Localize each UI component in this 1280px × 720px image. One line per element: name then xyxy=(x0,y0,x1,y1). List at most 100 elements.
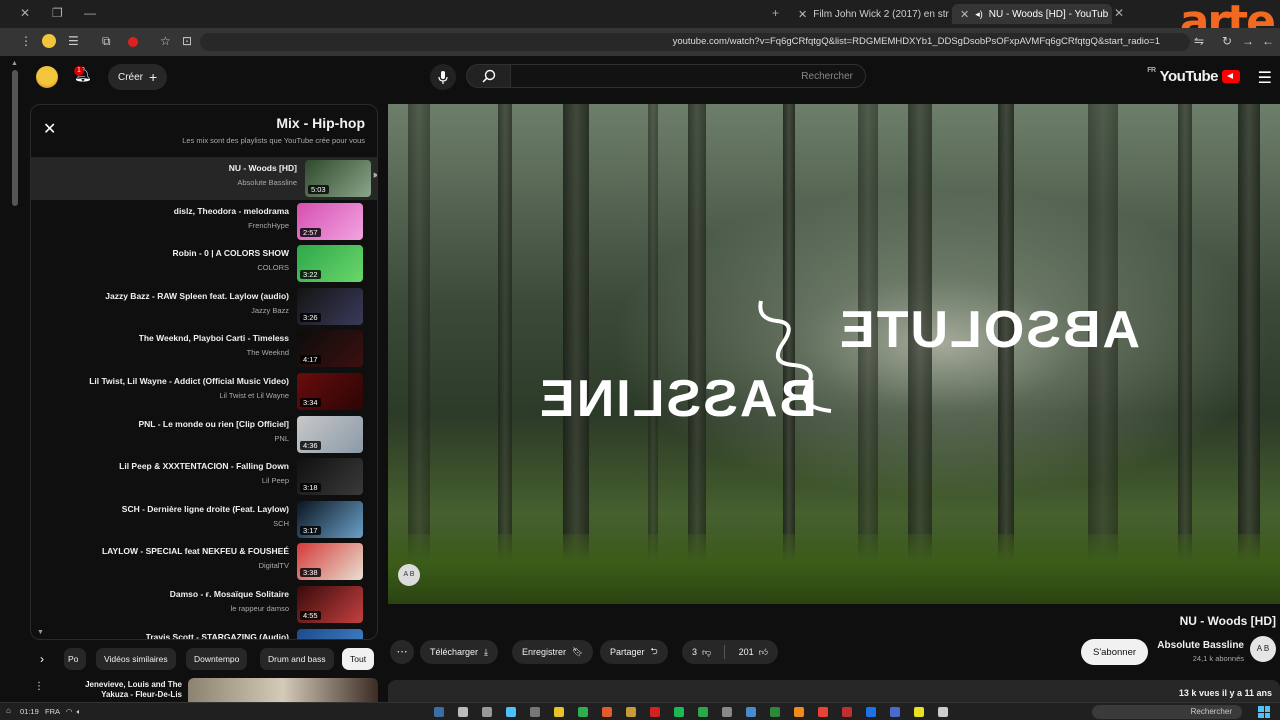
close-window-icon[interactable]: ✕ xyxy=(20,6,30,20)
maximize-window-icon[interactable]: ❐ xyxy=(52,6,63,20)
playlist-item[interactable]: Travis Scott - STARGAZING (Audio) xyxy=(39,626,369,639)
playlist-item-thumbnail[interactable]: 4:17 xyxy=(297,330,363,368)
extension-icon[interactable] xyxy=(128,37,138,47)
chips-next-icon[interactable]: › xyxy=(40,652,44,666)
profile-icon[interactable] xyxy=(42,34,56,48)
search-button[interactable] xyxy=(466,64,512,88)
extensions-icon[interactable]: ⧉ xyxy=(102,34,111,49)
taskbar-app-icon[interactable] xyxy=(626,707,636,717)
taskbar-time[interactable]: 01:19 xyxy=(20,707,39,716)
account-avatar[interactable] xyxy=(36,66,58,88)
playlist-item[interactable]: 5:03 NU - Woods [HD] Absolute Bassline ▶ xyxy=(31,157,377,200)
save-button[interactable]: Enregistrer 🔖︎ xyxy=(512,640,594,664)
close-tab-icon[interactable]: ✕ xyxy=(960,8,969,21)
playlist-item[interactable]: 4:17 The Weeknd, Playboi Carti - Timeless… xyxy=(39,327,369,370)
taskbar-app-icon[interactable] xyxy=(866,707,876,717)
taskbar-app-icon[interactable] xyxy=(530,707,540,717)
dislike-button[interactable]: 3 👎︎ xyxy=(692,647,711,658)
taskbar-language[interactable]: FRA xyxy=(45,707,60,716)
taskbar-app-icon[interactable] xyxy=(818,707,828,717)
video-channel-watermark[interactable]: A B xyxy=(398,564,420,586)
playlist-item[interactable]: 4:36 PNL - Le monde ou rien [Clip Officie… xyxy=(39,413,369,456)
channel-avatar[interactable]: A B xyxy=(1250,636,1276,662)
related-video-title[interactable]: Jenevieve, Louis and The Yakuza - Fleur-… xyxy=(70,680,182,700)
notification-center-icon[interactable]: ⌂ xyxy=(6,706,11,715)
playlist-item-thumbnail[interactable]: 3:34 xyxy=(297,372,363,410)
reading-list-icon[interactable]: ☰ xyxy=(68,34,79,48)
search-input[interactable]: Rechercher xyxy=(510,64,866,88)
taskbar-app-icon[interactable] xyxy=(506,707,516,717)
chip-po[interactable]: Po xyxy=(64,648,86,670)
wifi-icon[interactable]: ◠ xyxy=(66,707,73,716)
playlist-item[interactable]: 3:34 Lil Twist, Lil Wayne - Addict (Offic… xyxy=(39,370,369,413)
playlist-item-thumbnail[interactable]: 4:55 xyxy=(297,585,363,623)
menu-dots-icon[interactable]: ⋮ xyxy=(20,34,32,48)
related-more-icon[interactable]: ⋮ xyxy=(34,681,44,692)
taskbar-search[interactable]: Rechercher xyxy=(1092,705,1242,719)
taskbar-app-icon[interactable] xyxy=(650,707,660,717)
address-bar[interactable]: youtube.com/watch?v=Fq6gCRfqtgQ&list=RDG… xyxy=(200,33,1190,51)
tab-audio-icon[interactable]: ◂) xyxy=(975,9,983,20)
chip-all[interactable]: Tout xyxy=(342,648,375,670)
forward-icon[interactable]: → xyxy=(1242,34,1254,48)
playlist-item-thumbnail[interactable]: 5:03 xyxy=(305,160,371,197)
playlist-item[interactable]: 3:22 Robin - 0 | A COLORS SHOW COLORS xyxy=(39,242,369,285)
taskbar-app-icon[interactable] xyxy=(434,707,444,717)
playlist-item-thumbnail[interactable]: 3:22 xyxy=(297,245,363,283)
browser-tab-youtube[interactable]: ✕ ◂) NU - Woods [HD] - YouTub xyxy=(952,4,1112,24)
playlist-item-thumbnail[interactable]: 3:38 xyxy=(297,543,363,581)
page-scroll-up-icon[interactable]: ▲ xyxy=(11,60,18,67)
taskbar-app-icon[interactable] xyxy=(722,707,732,717)
subscribe-button[interactable]: S'abonner xyxy=(1081,639,1149,665)
bookmark-star-icon[interactable]: ☆ xyxy=(160,34,171,48)
volume-icon[interactable]: 🔈︎ xyxy=(77,707,82,716)
related-video-thumbnail[interactable] xyxy=(188,678,378,704)
more-actions-button[interactable]: ⋯ xyxy=(390,640,414,664)
taskbar-app-icon[interactable] xyxy=(602,707,612,717)
site-info-icon[interactable]: ⇋ xyxy=(1194,34,1204,48)
chip-drum-and-bass[interactable]: Drum and bass xyxy=(260,648,334,670)
taskbar-app-icon[interactable] xyxy=(746,707,756,717)
new-tab-icon[interactable]: + xyxy=(772,6,779,20)
playlist-item-thumbnail[interactable]: 4:36 xyxy=(297,415,363,453)
taskbar-app-icon[interactable] xyxy=(794,707,804,717)
playlist-item[interactable]: 4:55 Damso - ғ. Mosaïque Solitaire le rapp… xyxy=(39,583,369,626)
video-player[interactable]: ABSOLUTE BASSLINE A B xyxy=(388,104,1280,604)
chip-similar-videos[interactable]: Vidéos similaires xyxy=(96,648,176,670)
playlist-item[interactable]: 2:57 dislz, Theodora - melodrama FrenchHyp… xyxy=(39,200,369,243)
playlist-item-thumbnail[interactable] xyxy=(297,628,363,639)
taskbar-app-icon[interactable] xyxy=(578,707,588,717)
taskbar-app-icon[interactable] xyxy=(890,707,900,717)
close-tab-icon[interactable]: ✕ xyxy=(798,8,807,21)
share-button[interactable]: Partager ⮌ xyxy=(600,640,668,664)
taskbar-app-icon[interactable] xyxy=(914,707,924,717)
taskbar-app-icon[interactable] xyxy=(482,707,492,717)
close-tab-icon[interactable]: ✕ xyxy=(1114,6,1124,20)
download-button[interactable]: Télécharger ⤓ xyxy=(420,640,499,664)
playlist-item-thumbnail[interactable]: 3:26 xyxy=(297,287,363,325)
taskbar-app-icon[interactable] xyxy=(554,707,564,717)
playlist-item-thumbnail[interactable]: 3:18 xyxy=(297,458,363,496)
reload-icon[interactable]: ↻ xyxy=(1222,34,1232,48)
playlist-item[interactable]: 3:38 LAYLOW - SPECIAL feat NEKFEU & FOUSH… xyxy=(39,540,369,583)
taskbar-app-icon[interactable] xyxy=(770,707,780,717)
windows-start-icon[interactable] xyxy=(1258,706,1270,718)
playlist-item-thumbnail[interactable]: 3:17 xyxy=(297,500,363,538)
taskbar-app-icon[interactable] xyxy=(674,707,684,717)
playlist-item-thumbnail[interactable]: 2:57 xyxy=(297,202,363,240)
taskbar-app-icon[interactable] xyxy=(698,707,708,717)
close-playlist-icon[interactable]: ✕ xyxy=(43,119,56,139)
taskbar-app-icon[interactable] xyxy=(842,707,852,717)
screenshot-icon[interactable]: ⊡ xyxy=(182,34,192,48)
voice-search-button[interactable] xyxy=(430,64,456,90)
taskbar-app-icon[interactable] xyxy=(458,707,468,717)
like-button[interactable]: 201 👍︎ xyxy=(739,647,768,658)
channel-name[interactable]: Absolute Bassline xyxy=(1157,640,1244,651)
playlist-item[interactable]: 3:17 SCH - Dernière ligne droite (Feat. L… xyxy=(39,498,369,541)
page-scrollbar[interactable] xyxy=(12,70,18,206)
youtube-logo[interactable]: FR YouTube xyxy=(1147,67,1240,85)
hamburger-menu-icon[interactable]: ☰ xyxy=(1258,68,1272,88)
chip-downtempo[interactable]: Downtempo xyxy=(186,648,248,670)
minimize-window-icon[interactable]: — xyxy=(84,6,96,20)
playlist-item[interactable]: 3:18 Lil Peep & XXXTENTACION - Falling Do… xyxy=(39,455,369,498)
